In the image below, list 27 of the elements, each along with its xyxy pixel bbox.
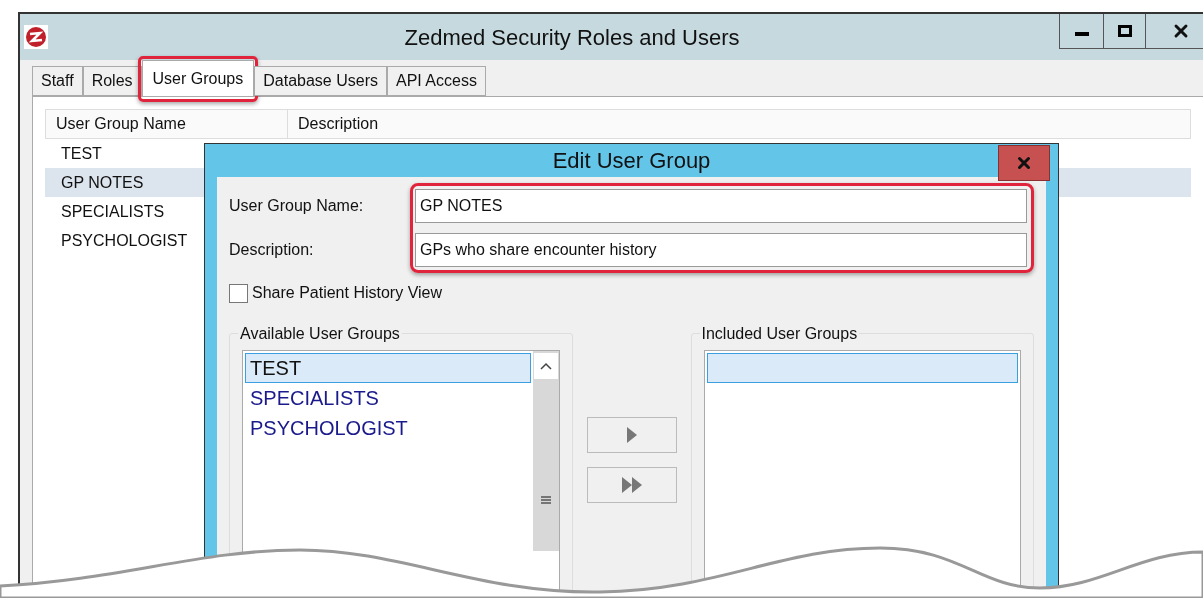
- list-item[interactable]: TEST: [245, 353, 531, 383]
- checkbox[interactable]: [229, 283, 248, 303]
- tab[interactable]: Database Users: [254, 66, 387, 96]
- field-label: Description:: [229, 240, 315, 260]
- play-icon: [625, 426, 638, 444]
- list-item[interactable]: SPECIALISTS: [245, 383, 531, 413]
- focus-row[interactable]: [706, 353, 1018, 383]
- app-logo-icon: [24, 25, 48, 49]
- tab[interactable]: API Access: [386, 66, 486, 96]
- add-all-button[interactable]: [586, 467, 677, 503]
- field-label: User Group Name:: [229, 196, 365, 216]
- scrollbar[interactable]: [532, 351, 559, 551]
- scroll-up-icon[interactable]: [539, 362, 552, 370]
- input-field[interactable]: GP NOTES: [415, 189, 1027, 223]
- list-item[interactable]: PSYCHOLOGIST: [245, 413, 531, 443]
- checkbox-label: Share Patient History View: [252, 283, 442, 303]
- column-header[interactable]: Description: [288, 110, 1190, 138]
- tab[interactable]: User Groups: [141, 60, 255, 96]
- add-button[interactable]: [586, 417, 677, 453]
- window-title: Zedmed Security Roles and Users: [404, 23, 740, 52]
- tab[interactable]: Staff: [32, 66, 83, 96]
- close-icon: [1015, 154, 1033, 172]
- grip-icon: [540, 495, 551, 505]
- column-header[interactable]: User Group Name: [46, 110, 288, 138]
- fast-forward-icon: [620, 476, 643, 494]
- dialog-title: Edit User Group: [552, 147, 711, 175]
- input-field[interactable]: GPs who share encounter history: [415, 233, 1027, 267]
